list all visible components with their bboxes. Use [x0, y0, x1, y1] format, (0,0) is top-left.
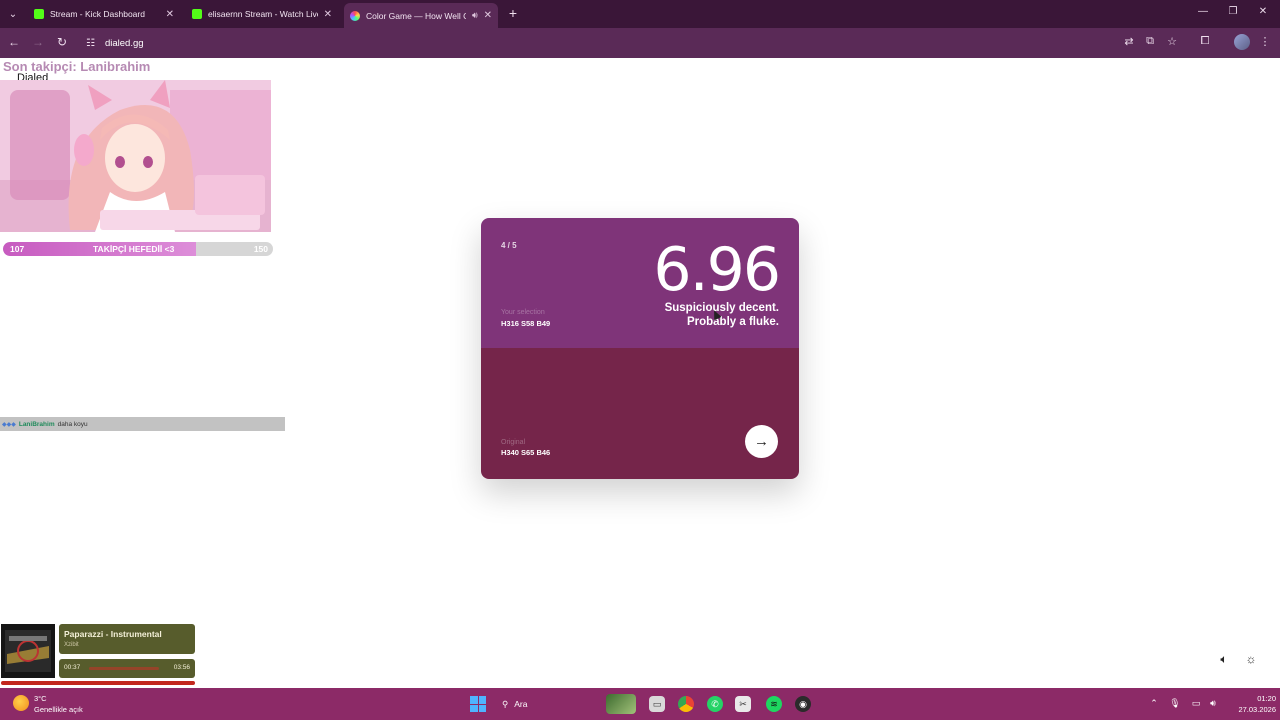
- menu-icon[interactable]: ⋮: [1258, 35, 1272, 48]
- color-result-card: 4 / 5 6.96 Suspiciously decent. Probably…: [481, 218, 799, 479]
- selection-swatch: 4 / 5 6.96 Suspiciously decent. Probably…: [481, 218, 799, 348]
- follower-goal-bar: 107 TAKİPÇİ HEFEDİİ <3 150: [3, 242, 273, 256]
- bookmark-star-icon[interactable]: ☆: [1165, 35, 1179, 48]
- selection-label: Your selection: [501, 309, 545, 316]
- track-title: Paparazzi - Instrumental: [64, 629, 162, 639]
- track-time-bar: 00:37 03:56: [59, 659, 195, 678]
- weather-description[interactable]: Genellikle açık: [34, 705, 83, 714]
- reload-icon[interactable]: ↻: [54, 35, 70, 49]
- network-icon[interactable]: ▭: [1190, 698, 1202, 709]
- weather-temperature[interactable]: 3°C: [34, 694, 47, 703]
- score-value: 6.96: [653, 235, 781, 305]
- score-comment: Suspiciously decent. Probably a fluke.: [579, 301, 779, 329]
- tray-overflow-icon[interactable]: ⌃: [1148, 698, 1160, 709]
- score-comment-line1: Suspiciously decent.: [664, 302, 779, 314]
- extensions-icon[interactable]: ⧠: [1198, 35, 1212, 48]
- obs-icon[interactable]: ◉: [795, 696, 811, 712]
- tab-kick-stream[interactable]: elisaernn Stream - Watch Live o ✕: [186, 3, 338, 25]
- search-highlight-image[interactable]: [606, 694, 636, 714]
- color-wheel-icon: [350, 10, 360, 21]
- album-cover-image: [1, 624, 55, 678]
- install-app-icon[interactable]: ⧉: [1143, 35, 1157, 48]
- browser-toolbar: ← → ↻ ☷ dialed.gg ⇄ ⧉ ☆ ⧠ ⋮: [0, 28, 1280, 58]
- close-icon[interactable]: ✕: [484, 10, 492, 21]
- kick-icon: [192, 9, 202, 19]
- close-icon[interactable]: ✕: [324, 9, 332, 20]
- sound-toggle-icon[interactable]: 🔈︎: [1216, 652, 1232, 668]
- weather-icon[interactable]: [13, 695, 29, 711]
- translate-icon[interactable]: ⇄: [1122, 35, 1136, 48]
- speaker-icon[interactable]: 🔊︎: [472, 10, 478, 21]
- file-explorer-icon[interactable]: ▭: [649, 696, 665, 712]
- tab-kick-dashboard[interactable]: Stream - Kick Dashboard ✕: [28, 3, 180, 25]
- anime-girl-illustration: [0, 80, 271, 232]
- round-counter: 4 / 5: [501, 241, 517, 250]
- track-total-time: 03:56: [173, 664, 190, 671]
- forward-icon[interactable]: →: [30, 35, 46, 49]
- close-icon[interactable]: ✕: [166, 9, 174, 20]
- next-round-button[interactable]: →: [745, 425, 778, 458]
- tab-color-game[interactable]: Color Game — How Well C 🔊︎ ✕: [344, 3, 498, 28]
- minimize-icon[interactable]: —: [1196, 6, 1210, 17]
- goal-current: 107: [10, 244, 25, 254]
- whatsapp-icon[interactable]: ✆: [707, 696, 723, 712]
- search-placeholder: Ara: [514, 699, 528, 709]
- search-icon: ⚲: [502, 698, 509, 709]
- track-progress-line: [1, 681, 195, 685]
- original-value: H340 S65 B46: [501, 448, 551, 457]
- original-swatch: Original H340 S65 B46 →: [481, 348, 799, 479]
- close-window-icon[interactable]: ✕: [1256, 6, 1270, 17]
- browser-window-chrome: ⌄ Stream - Kick Dashboard ✕ elisaernn St…: [0, 0, 1280, 58]
- restore-icon[interactable]: ❐: [1226, 6, 1240, 17]
- now-playing-info: Paparazzi - Instrumental Xzibit: [59, 624, 195, 654]
- start-button[interactable]: [470, 696, 486, 712]
- album-art: [1, 624, 55, 678]
- microphone-icon[interactable]: 🎙︎: [1169, 698, 1181, 709]
- chrome-icon[interactable]: [678, 696, 694, 712]
- score-comment-line2: Probably a fluke.: [686, 316, 779, 328]
- track-artist: Xzibit: [64, 642, 79, 648]
- chat-badges-icon: ◆◆◆: [2, 421, 16, 428]
- track-scrubber: [89, 667, 159, 670]
- tab-strip: ⌄ Stream - Kick Dashboard ✕ elisaernn St…: [0, 0, 1280, 28]
- selection-value: H316 S58 B49: [501, 319, 551, 328]
- clock-date[interactable]: 27.03.2026: [1226, 705, 1276, 714]
- snipping-tool-icon[interactable]: ✂: [735, 696, 751, 712]
- address-bar[interactable]: ☷ dialed.gg: [80, 32, 1142, 54]
- back-icon[interactable]: ←: [6, 35, 22, 49]
- profile-avatar[interactable]: [1234, 34, 1250, 50]
- chat-text: daha koyu: [57, 420, 88, 428]
- volume-icon[interactable]: 🔊︎: [1207, 698, 1219, 709]
- tab-title: Color Game — How Well C: [366, 10, 466, 21]
- chat-username: LaniBrahim: [18, 420, 55, 428]
- goal-label: TAKİPÇİ HEFEDİİ <3: [93, 244, 175, 254]
- new-tab-icon[interactable]: +: [506, 5, 520, 21]
- theme-toggle-icon[interactable]: ☼: [1243, 652, 1259, 668]
- clock-time[interactable]: 01:20: [1236, 694, 1276, 703]
- track-current-time: 00:37: [64, 664, 81, 671]
- streamer-avatar-image: [0, 80, 271, 232]
- taskbar: 3°C Genellikle açık ⚲ Ara ▭ ✆ ✂ ≋ ◉ ⌃ 🎙︎…: [0, 688, 1280, 720]
- kick-icon: [34, 9, 44, 19]
- goal-target: 150: [253, 244, 268, 254]
- site-info-icon[interactable]: ☷: [86, 38, 95, 49]
- tab-title: Stream - Kick Dashboard: [50, 9, 145, 19]
- tab-search-icon[interactable]: ⌄: [4, 5, 22, 23]
- url-text[interactable]: dialed.gg: [105, 38, 144, 49]
- spotify-icon[interactable]: ≋: [766, 696, 782, 712]
- tab-title: elisaernn Stream - Watch Live o: [208, 9, 318, 19]
- original-label: Original: [501, 439, 526, 446]
- arrow-right-icon: →: [754, 433, 769, 450]
- chat-message: ◆◆◆ LaniBrahim daha koyu: [0, 417, 285, 431]
